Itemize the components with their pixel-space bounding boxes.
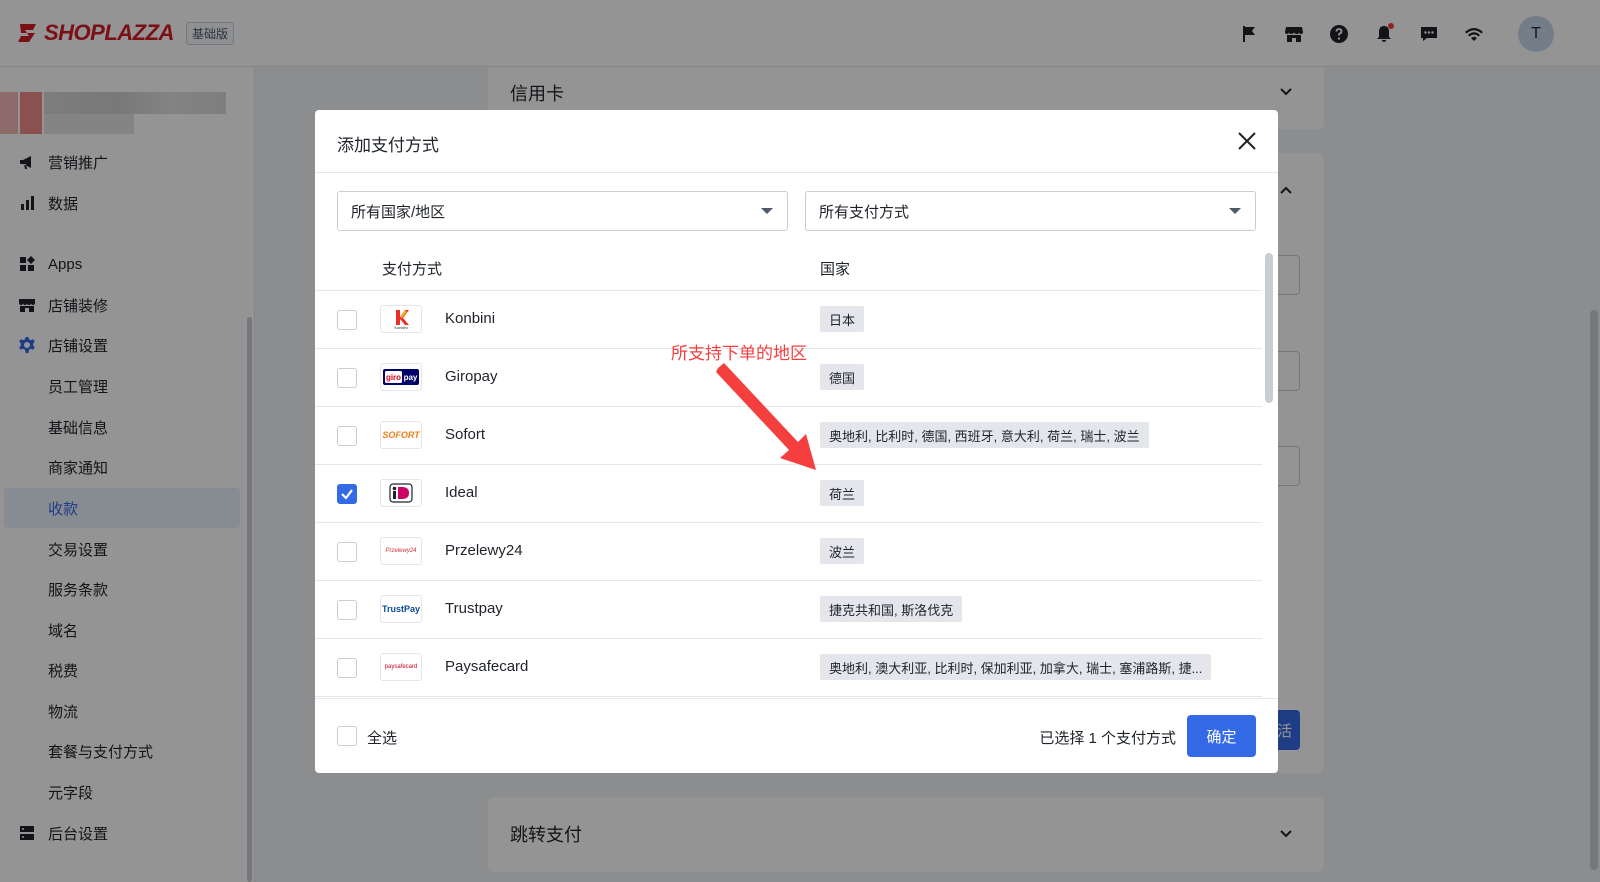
country-tag: 波兰 xyxy=(820,538,865,564)
country-tag: 荷兰 xyxy=(820,480,865,506)
payment-method-name: Giropay xyxy=(445,368,498,385)
dialog-footer: 全选 已选择 1 个支付方式 确定 xyxy=(315,698,1278,773)
sofort-logo-text: SOFORT xyxy=(382,430,420,440)
row-checkbox[interactable] xyxy=(337,310,357,330)
konbini-logo: Konbini xyxy=(380,305,422,333)
table-header: 支付方式 国家 xyxy=(315,243,1262,291)
caret-down-icon xyxy=(761,208,773,214)
table-row[interactable]: Przelewy24 Przelewy24 波兰 xyxy=(315,523,1262,581)
select-all-label[interactable]: 全选 xyxy=(367,727,397,748)
dialog-header: 添加支付方式 xyxy=(315,110,1278,173)
dialog-scrollbar[interactable] xyxy=(1265,253,1273,403)
row-checkbox-checked[interactable] xyxy=(337,484,357,504)
giropay-logo: giro pay xyxy=(380,363,422,391)
row-checkbox[interactable] xyxy=(337,426,357,446)
trustpay-logo-text: TrustPay xyxy=(381,604,421,614)
trustpay-logo: TrustPay xyxy=(380,595,422,623)
country-tag: 日本 xyxy=(820,306,865,332)
country-tag: 捷克共和国, 斯洛伐克 xyxy=(820,596,963,622)
close-icon[interactable] xyxy=(1236,130,1258,152)
payment-method-name: Konbini xyxy=(445,310,496,327)
table-row[interactable]: TrustPay Trustpay 捷克共和国, 斯洛伐克 xyxy=(315,581,1262,639)
paysafecard-logo-text: paysafecard xyxy=(384,664,418,670)
paysafecard-logo: paysafecard xyxy=(380,653,422,681)
svg-text:giro: giro xyxy=(386,373,401,382)
dialog-title: 添加支付方式 xyxy=(337,136,439,155)
country-filter-select[interactable]: 所有国家/地区 xyxy=(337,191,788,231)
payment-method-name: Przelewy24 xyxy=(445,542,523,559)
payment-method-name: Ideal xyxy=(445,484,478,501)
payment-method-name: Sofort xyxy=(445,426,486,443)
column-header-country: 国家 xyxy=(820,261,851,278)
row-checkbox[interactable] xyxy=(337,542,357,562)
payment-method-name: Paysafecard xyxy=(445,658,529,675)
svg-text:pay: pay xyxy=(404,373,418,382)
row-checkbox[interactable] xyxy=(337,658,357,678)
caret-down-icon xyxy=(1229,208,1241,214)
confirm-button[interactable]: 确定 xyxy=(1187,715,1256,757)
row-checkbox[interactable] xyxy=(337,368,357,388)
payment-method-name: Trustpay xyxy=(445,600,503,617)
przelewy24-logo-text: Przelewy24 xyxy=(385,548,417,554)
country-tag: 奥地利, 澳大利亚, 比利时, 保加利亚, 加拿大, 瑞士, 塞浦路斯, 捷..… xyxy=(820,654,1212,680)
row-checkbox[interactable] xyxy=(337,600,357,620)
country-filter-value: 所有国家/地区 xyxy=(351,203,446,221)
selected-count-text: 已选择 1 个支付方式 xyxy=(1039,730,1176,747)
ideal-logo xyxy=(380,479,422,507)
column-header-method: 支付方式 xyxy=(382,261,443,278)
method-filter-value: 所有支付方式 xyxy=(819,203,910,221)
select-all-checkbox[interactable] xyxy=(337,726,357,746)
method-filter-select[interactable]: 所有支付方式 xyxy=(805,191,1256,231)
table-row[interactable]: paysafecard Paysafecard 奥地利, 澳大利亚, 比利时, … xyxy=(315,639,1262,697)
sofort-logo: SOFORT xyxy=(380,421,422,449)
country-tag: 奥地利, 比利时, 德国, 西班牙, 意大利, 荷兰, 瑞士, 波兰 xyxy=(820,422,1149,448)
annotation-arrow-icon xyxy=(716,363,816,470)
konbini-logo-text: Konbini xyxy=(394,325,407,330)
przelewy24-logo: Przelewy24 xyxy=(380,537,422,565)
